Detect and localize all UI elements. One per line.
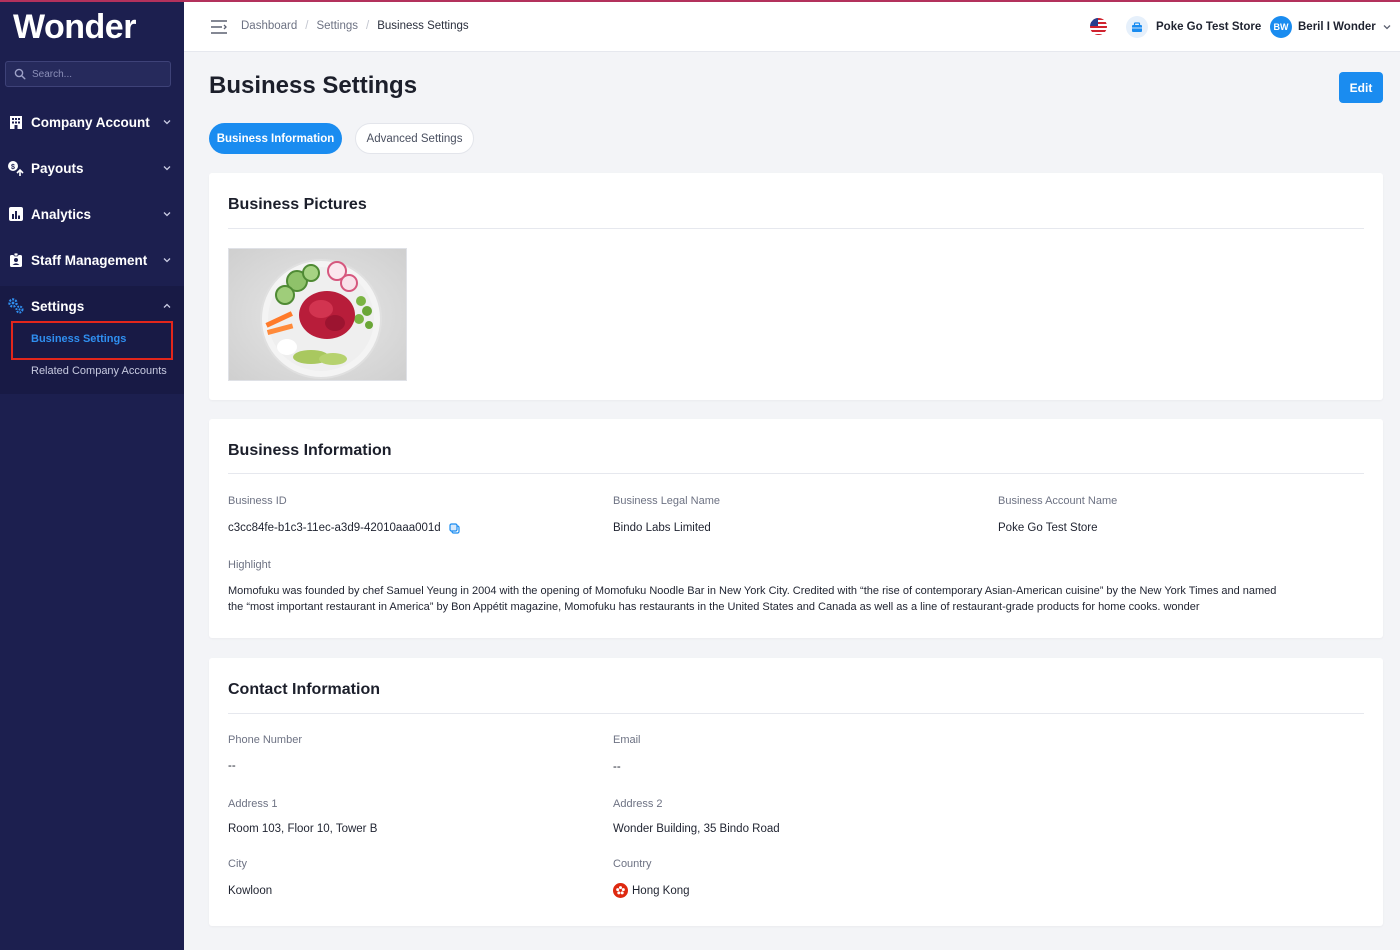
highlight-line-1: Momofuku was founded by chef Samuel Yeun… bbox=[228, 585, 1277, 597]
sidebar-subitem-related-company-accounts[interactable]: Related Company Accounts bbox=[31, 365, 167, 377]
svg-text:$: $ bbox=[11, 164, 15, 171]
sidebar-item-label: Payouts bbox=[31, 160, 84, 176]
divider bbox=[228, 228, 1364, 229]
brand-logo[interactable]: Wonder bbox=[13, 8, 136, 47]
country-label: Country bbox=[613, 858, 652, 870]
phone-label: Phone Number bbox=[228, 734, 302, 746]
sidebar-item-label: Company Account bbox=[31, 114, 150, 130]
chevron-down-icon bbox=[163, 212, 171, 217]
card-title: Business Pictures bbox=[228, 196, 367, 213]
user-name: Beril I Wonder bbox=[1298, 21, 1376, 33]
highlight-label: Highlight bbox=[228, 559, 271, 571]
breadcrumb-dashboard[interactable]: Dashboard bbox=[241, 20, 297, 32]
address1-value: Room 103, Floor 10, Tower B bbox=[228, 823, 378, 835]
address2-label: Address 2 bbox=[613, 798, 663, 810]
business-id-row: c3cc84fe-b1c3-11ec-a3d9-42010aaa001d bbox=[228, 522, 460, 534]
chevron-down-icon bbox=[1383, 25, 1391, 30]
payouts-icon: $ bbox=[7, 159, 25, 177]
city-value: Kowloon bbox=[228, 885, 273, 897]
business-picture[interactable] bbox=[228, 248, 407, 381]
sidebar-search[interactable] bbox=[5, 61, 171, 87]
building-icon bbox=[7, 113, 25, 131]
analytics-icon bbox=[7, 205, 25, 223]
chevron-down-icon bbox=[163, 258, 171, 263]
business-id-value: c3cc84fe-b1c3-11ec-a3d9-42010aaa001d bbox=[228, 522, 441, 534]
sidebar-item-company-account[interactable]: Company Account bbox=[0, 102, 184, 142]
chevron-up-icon bbox=[163, 303, 171, 308]
staff-icon bbox=[7, 251, 25, 269]
highlight-line-2: the “most important restaurant in Americ… bbox=[228, 601, 1200, 613]
sidebar-item-payouts[interactable]: $ Payouts bbox=[0, 148, 184, 188]
address2-value: Wonder Building, 35 Bindo Road bbox=[613, 823, 780, 835]
legal-name-label: Business Legal Name bbox=[613, 495, 721, 507]
breadcrumb-business-settings: Business Settings bbox=[377, 20, 469, 32]
topbar: Dashboard / Settings / Business Settings… bbox=[184, 2, 1400, 52]
divider bbox=[228, 713, 1364, 714]
country-value: Hong Kong bbox=[632, 884, 690, 897]
sidebar: Wonder Company Account $ Payouts Analyti… bbox=[0, 0, 184, 950]
sidebar-item-label: Staff Management bbox=[31, 252, 148, 268]
phone-value: -- bbox=[228, 760, 236, 772]
business-information-card: Business Information Business ID c3cc84f… bbox=[209, 419, 1383, 638]
search-input[interactable] bbox=[32, 68, 162, 80]
menu-toggle-icon[interactable] bbox=[210, 19, 228, 35]
divider bbox=[228, 473, 1364, 474]
avatar: BW bbox=[1270, 16, 1292, 38]
user-menu[interactable]: BW Beril I Wonder bbox=[1270, 16, 1392, 38]
breadcrumb-separator: / bbox=[366, 20, 370, 32]
legal-name-value: Bindo Labs Limited bbox=[613, 522, 711, 534]
store-icon bbox=[1126, 16, 1148, 38]
contact-information-card: Contact Information Phone Number -- Emai… bbox=[209, 658, 1383, 926]
country-row: Hong Kong bbox=[613, 883, 690, 898]
account-name-label: Business Account Name bbox=[998, 495, 1118, 507]
address1-label: Address 1 bbox=[228, 798, 278, 810]
business-pictures-card: Business Pictures bbox=[209, 173, 1383, 400]
highlight-box bbox=[11, 321, 173, 360]
city-label: City bbox=[228, 858, 247, 870]
account-name-value: Poke Go Test Store bbox=[998, 522, 1098, 534]
tab-advanced-settings[interactable]: Advanced Settings bbox=[355, 123, 474, 154]
chevron-down-icon bbox=[163, 120, 171, 125]
gears-icon bbox=[7, 297, 25, 315]
card-title: Business Information bbox=[228, 442, 392, 459]
sidebar-item-settings[interactable]: Settings bbox=[0, 286, 184, 326]
business-id-label: Business ID bbox=[228, 495, 287, 507]
card-title: Contact Information bbox=[228, 681, 380, 698]
edit-button[interactable]: Edit bbox=[1339, 72, 1383, 103]
poke-bowl-image bbox=[229, 249, 406, 380]
email-value: -- bbox=[613, 761, 621, 773]
email-label: Email bbox=[613, 734, 641, 746]
tab-business-information[interactable]: Business Information bbox=[209, 123, 342, 154]
sidebar-item-label: Analytics bbox=[31, 206, 92, 222]
top-accent-line bbox=[0, 0, 1400, 2]
copy-icon[interactable] bbox=[449, 522, 460, 534]
store-name: Poke Go Test Store bbox=[1156, 21, 1262, 33]
sidebar-item-analytics[interactable]: Analytics bbox=[0, 194, 184, 234]
breadcrumb: Dashboard / Settings / Business Settings bbox=[241, 20, 469, 32]
search-icon bbox=[14, 68, 26, 80]
chevron-down-icon bbox=[163, 166, 171, 171]
breadcrumb-separator: / bbox=[305, 20, 309, 32]
sidebar-item-staff-management[interactable]: Staff Management bbox=[0, 240, 184, 280]
page-title: Business Settings bbox=[209, 72, 418, 99]
store-selector[interactable]: Poke Go Test Store bbox=[1126, 16, 1261, 38]
sidebar-item-label: Settings bbox=[31, 298, 85, 314]
breadcrumb-settings[interactable]: Settings bbox=[316, 20, 358, 32]
us-flag-icon[interactable] bbox=[1090, 18, 1107, 35]
hong-kong-flag-icon bbox=[613, 883, 628, 898]
